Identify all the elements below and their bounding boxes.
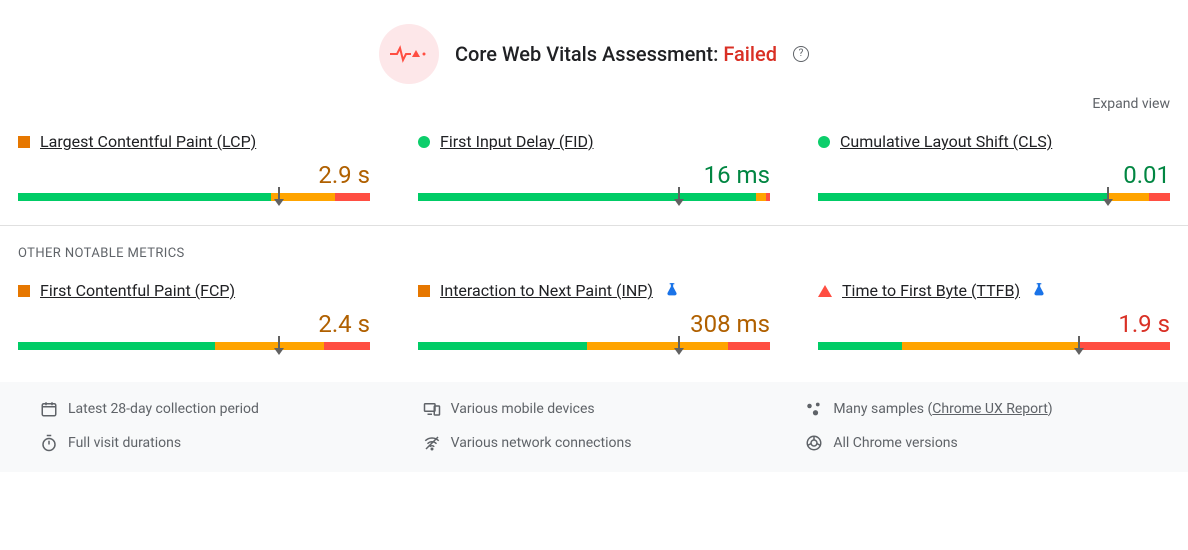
- metric-name-link[interactable]: Largest Contentful Paint (LCP): [40, 132, 256, 151]
- footer-versions: All Chrome versions: [805, 434, 1164, 452]
- metric-value: 1.9 s: [818, 310, 1170, 338]
- footer-samples: Many samples (Chrome UX Report): [805, 400, 1164, 418]
- devices-icon: [423, 400, 441, 418]
- experimental-flask-icon: [665, 282, 679, 300]
- stopwatch-icon: [40, 434, 58, 452]
- metric-value: 308 ms: [418, 310, 770, 338]
- assessment-title: Core Web Vitals Assessment: Failed: [455, 42, 777, 66]
- metric-fcp: First Contentful Paint (FCP) 2.4 s: [18, 281, 370, 350]
- experimental-flask-icon: [1032, 282, 1046, 300]
- network-icon: [423, 434, 441, 452]
- samples-icon: [805, 400, 823, 418]
- metric-inp: Interaction to Next Paint (INP) 308 ms: [418, 281, 770, 350]
- footer-durations: Full visit durations: [40, 434, 399, 452]
- status-circle-icon: [418, 136, 430, 148]
- status-square-icon: [18, 136, 30, 148]
- metric-name-link[interactable]: Time to First Byte (TTFB): [842, 281, 1020, 300]
- metric-value: 2.4 s: [18, 310, 370, 338]
- help-icon[interactable]: ?: [793, 46, 809, 62]
- assessment-header: Core Web Vitals Assessment: Failed ?: [0, 16, 1188, 96]
- footer-network: Various network connections: [423, 434, 782, 452]
- percentile-marker-icon: [678, 336, 680, 350]
- percentile-marker-icon: [1078, 336, 1080, 350]
- status-triangle-icon: [818, 285, 832, 297]
- metric-value: 2.9 s: [18, 161, 370, 189]
- assessment-title-prefix: Core Web Vitals Assessment:: [455, 42, 723, 66]
- metric-fid: First Input Delay (FID) 16 ms: [418, 132, 770, 201]
- distribution-bar: [18, 193, 370, 201]
- metric-name-link[interactable]: Interaction to Next Paint (INP): [440, 281, 653, 300]
- metric-lcp: Largest Contentful Paint (LCP) 2.9 s: [18, 132, 370, 201]
- data-source-footer: Latest 28-day collection period Various …: [0, 382, 1188, 472]
- percentile-marker-icon: [278, 187, 280, 201]
- calendar-icon: [40, 400, 58, 418]
- distribution-bar: [18, 342, 370, 350]
- other-metrics-label: OTHER NOTABLE METRICS: [0, 246, 1188, 281]
- expand-view-link[interactable]: Expand view: [1092, 96, 1170, 112]
- assessment-status: Failed: [723, 42, 777, 66]
- section-divider: [0, 225, 1188, 226]
- distribution-bar: [818, 342, 1170, 350]
- status-circle-icon: [818, 136, 830, 148]
- metric-name-link[interactable]: Cumulative Layout Shift (CLS): [840, 132, 1052, 151]
- percentile-marker-icon: [1107, 187, 1109, 201]
- metric-cls: Cumulative Layout Shift (CLS) 0.01: [818, 132, 1170, 201]
- distribution-bar: [418, 193, 770, 201]
- percentile-marker-icon: [278, 336, 280, 350]
- distribution-bar: [818, 193, 1170, 201]
- metric-value: 16 ms: [418, 161, 770, 189]
- status-square-icon: [418, 285, 430, 297]
- distribution-bar: [418, 342, 770, 350]
- percentile-marker-icon: [678, 187, 680, 201]
- metric-ttfb: Time to First Byte (TTFB) 1.9 s: [818, 281, 1170, 350]
- metric-value: 0.01: [818, 161, 1170, 189]
- footer-devices: Various mobile devices: [423, 400, 782, 418]
- core-metrics-grid: Largest Contentful Paint (LCP) 2.9 s Fir…: [0, 132, 1188, 225]
- metric-name-link[interactable]: First Contentful Paint (FCP): [40, 281, 235, 300]
- crux-report-link[interactable]: Chrome UX Report: [932, 401, 1047, 417]
- footer-collection-period: Latest 28-day collection period: [40, 400, 399, 418]
- chrome-icon: [805, 434, 823, 452]
- metric-name-link[interactable]: First Input Delay (FID): [440, 132, 594, 151]
- vitals-pulse-icon: [379, 24, 439, 84]
- status-square-icon: [18, 285, 30, 297]
- other-metrics-grid: First Contentful Paint (FCP) 2.4 s Inter…: [0, 281, 1188, 374]
